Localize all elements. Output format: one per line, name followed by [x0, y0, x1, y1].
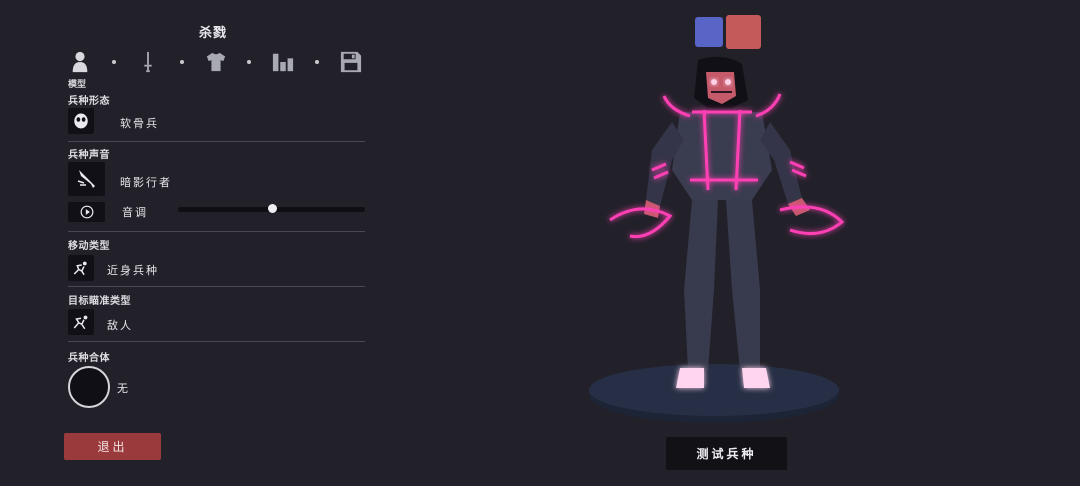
tab-model-label: 模型: [68, 80, 87, 90]
unit-preview: [589, 56, 845, 423]
sword-icon: [144, 51, 152, 73]
play-voice-button[interactable]: [68, 202, 105, 222]
pitch-slider[interactable]: [178, 204, 365, 213]
pitch-slider-knob[interactable]: [267, 204, 277, 213]
merge-value: 无: [117, 382, 130, 395]
target-enemy-icon: [73, 315, 88, 330]
bars-icon: [273, 53, 294, 72]
team-red-swatch[interactable]: [726, 15, 761, 49]
person-icon: [72, 51, 88, 73]
section-label-form: 兵种形态: [68, 96, 110, 107]
dagger-icon: [77, 170, 95, 188]
pitch-label: 音调: [122, 206, 148, 219]
skull-face-icon: [74, 113, 88, 129]
tab-save[interactable]: [339, 50, 363, 74]
section-label-merge: 兵种合体: [68, 353, 110, 364]
team-blue-swatch[interactable]: [695, 17, 723, 47]
form-value: 软骨兵: [120, 117, 159, 130]
tab-model[interactable]: [68, 50, 92, 74]
exit-button[interactable]: 退出: [64, 433, 161, 460]
tab-clothing[interactable]: [204, 50, 228, 74]
divider: [68, 231, 365, 232]
movement-icon-button[interactable]: [68, 255, 94, 281]
save-icon: [340, 51, 362, 73]
voice-icon-button[interactable]: [68, 162, 105, 196]
divider: [68, 286, 365, 287]
targeting-icon-button[interactable]: [68, 309, 94, 335]
section-label-movement: 移动类型: [68, 241, 110, 252]
melee-run-icon: [73, 261, 87, 276]
unit-title: 杀戮: [198, 26, 227, 41]
tab-separator: [315, 60, 320, 64]
merge-slot[interactable]: [68, 366, 110, 408]
play-icon: [80, 205, 93, 219]
tab-stats[interactable]: [271, 50, 295, 74]
voice-value: 暗影行者: [120, 176, 172, 189]
tab-separator: [247, 60, 252, 64]
test-unit-button[interactable]: 测试兵种: [666, 437, 787, 470]
shirt-icon: [206, 52, 225, 72]
tab-separator: [111, 60, 116, 64]
targeting-value: 敌人: [107, 319, 133, 332]
movement-value: 近身兵种: [107, 264, 159, 277]
tab-weapon[interactable]: [136, 50, 160, 74]
tab-separator: [179, 60, 184, 64]
section-label-targeting: 目标瞄准类型: [68, 296, 131, 307]
divider: [68, 341, 365, 342]
shadow-walker-figure: [609, 56, 845, 388]
editor-tabs: [68, 48, 363, 76]
form-icon-button[interactable]: [68, 108, 94, 134]
section-label-voice: 兵种声音: [68, 150, 110, 161]
divider: [68, 141, 365, 142]
